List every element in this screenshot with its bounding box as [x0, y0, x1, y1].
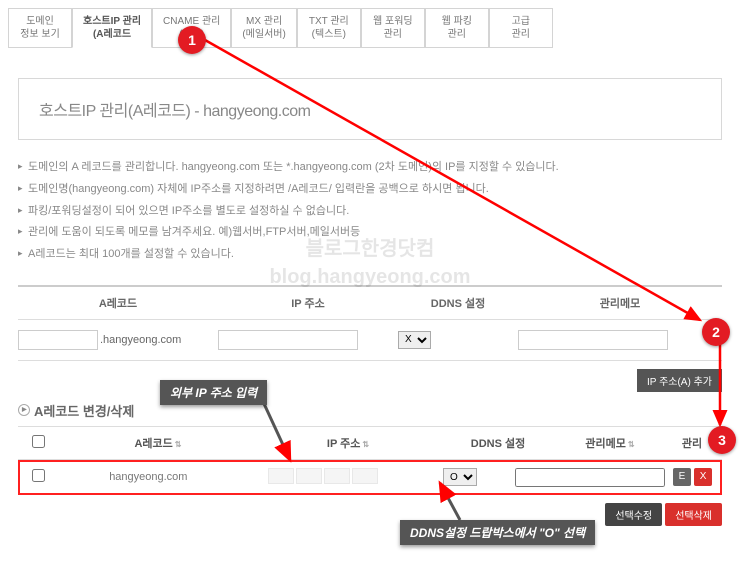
arrow-bullet-icon [18, 404, 30, 416]
add-table-header: A레코드 IP 주소 DDNS 설정 관리메모 [18, 285, 722, 320]
annotation-label-ddns: DDNS설정 드랍박스에서 "O" 선택 [400, 520, 595, 545]
tab-web-forwarding[interactable]: 웹 포워딩관리 [361, 8, 425, 48]
add-ip-button[interactable]: IP 주소(A) 추가 [637, 369, 722, 392]
edit-selected-button[interactable]: 선택수정 [605, 503, 662, 526]
header-memo: 관리메모 [518, 295, 722, 311]
domain-suffix: .hangyeong.com [100, 334, 181, 346]
tab-host-ip[interactable]: 호스트IP 관리(A레코드 [72, 8, 152, 48]
header-ddns: DDNS 설정 [398, 295, 518, 311]
tab-txt[interactable]: TXT 관리(텍스트) [297, 8, 361, 48]
subdomain-input[interactable] [18, 330, 98, 350]
list-header-ip[interactable]: IP 주소⇅ [258, 435, 438, 451]
sort-icon: ⇅ [175, 440, 182, 449]
action-buttons: 선택수정 선택삭제 [8, 503, 722, 526]
edit-row-button[interactable]: E [673, 468, 691, 486]
instructions-list: 도메인의 A 레코드를 관리합니다. hangyeong.com 또는 *.ha… [18, 158, 722, 265]
ip-input[interactable] [218, 330, 358, 350]
ddns-select-row[interactable]: O [443, 468, 477, 486]
page-title-box: 호스트IP 관리(A레코드) - hangyeong.com [18, 78, 722, 140]
instruction-item: 도메인명(hangyeong.com) 자체에 IP주소를 지정하려면 /A레코… [18, 180, 722, 200]
tab-web-parking[interactable]: 웹 파킹관리 [425, 8, 489, 48]
tab-advanced[interactable]: 고급관리 [489, 8, 553, 48]
row-ip-value[interactable] [240, 468, 405, 487]
list-header-arecord[interactable]: A레코드⇅ [58, 435, 258, 451]
tab-domain-info[interactable]: 도메인정보 보기 [8, 8, 72, 48]
instruction-item: 관리에 도움이 되도록 메모를 남겨주세요. 예)웹서버,FTP서버,메일서버등 [18, 223, 722, 243]
add-record-row: .hangyeong.com X [18, 320, 722, 361]
annotation-badge-2: 2 [702, 318, 730, 346]
header-arecord: A레코드 [18, 295, 218, 311]
tab-bar: 도메인정보 보기 호스트IP 관리(A레코드 CNAME 관리(별명) MX 관… [8, 8, 732, 48]
annotation-badge-1: 1 [178, 26, 206, 54]
row-checkbox[interactable] [32, 469, 45, 482]
sort-icon: ⇅ [628, 440, 635, 449]
instruction-item: A레코드는 최대 100개를 설정할 수 있습니다. [18, 245, 722, 265]
ddns-select-add[interactable]: X [398, 331, 431, 349]
list-header-ddns: DDNS 설정 [438, 435, 558, 451]
annotation-badge-3: 3 [708, 426, 736, 454]
instruction-item: 도메인의 A 레코드를 관리합니다. hangyeong.com 또는 *.ha… [18, 158, 722, 178]
tab-mx[interactable]: MX 관리(메일서버) [231, 8, 296, 48]
record-row: hangyeong.com O E X [18, 460, 722, 495]
delete-row-button[interactable]: X [694, 468, 712, 486]
row-arecord-value: hangyeong.com [57, 471, 240, 483]
section-change-title: A레코드 변경/삭제 [18, 401, 722, 427]
select-all-checkbox[interactable] [32, 435, 45, 448]
memo-input[interactable] [518, 330, 668, 350]
sort-icon: ⇅ [362, 440, 369, 449]
delete-selected-button[interactable]: 선택삭제 [665, 503, 722, 526]
list-header-memo[interactable]: 관리메모⇅ [558, 435, 662, 451]
instruction-item: 파킹/포워딩설정이 되어 있으면 IP주소를 별도로 설정하실 수 없습니다. [18, 202, 722, 222]
annotation-label-ip: 외부 IP 주소 입력 [160, 380, 267, 405]
list-header: A레코드⇅ IP 주소⇅ DDNS 설정 관리메모⇅ 관리 [18, 427, 722, 460]
page-title: 호스트IP 관리(A레코드) - hangyeong.com [39, 103, 310, 120]
header-ip: IP 주소 [218, 295, 398, 311]
row-memo-input[interactable] [515, 468, 665, 487]
